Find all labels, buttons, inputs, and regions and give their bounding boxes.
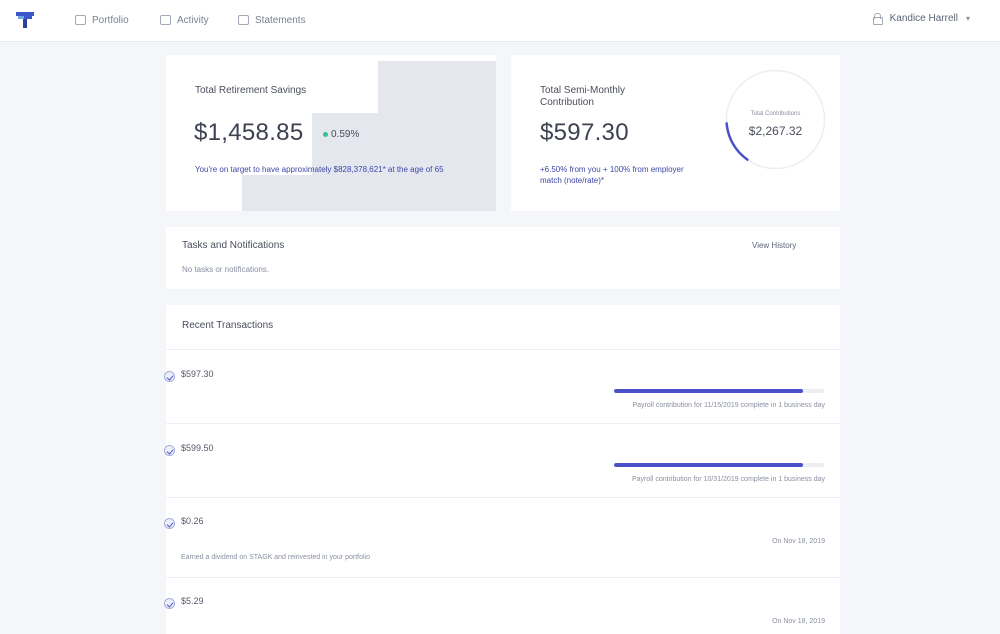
divider <box>166 577 840 578</box>
nav-activity[interactable]: Activity <box>160 13 209 27</box>
contribution-note-link[interactable]: +6.50% from you + 100% from employer mat… <box>540 164 690 186</box>
briefcase-icon <box>75 15 86 25</box>
transaction-date: On Nov 18, 2019 <box>772 618 825 625</box>
tasks-empty-text: No tasks or notifications. <box>182 265 270 274</box>
savings-change-badge: 0.59% <box>323 129 359 140</box>
check-circle-icon <box>164 518 175 529</box>
transaction-progress-bar <box>614 389 824 393</box>
lock-icon <box>872 13 883 25</box>
top-nav-bar: Portfolio Activity Statements Kandice Ha… <box>0 0 1000 42</box>
transaction-amount: $599.50 <box>181 443 214 453</box>
transaction-amount: $0.26 <box>181 516 204 526</box>
transaction-date: On Nov 18, 2019 <box>772 538 825 545</box>
savings-chart-block-low <box>242 175 316 211</box>
brand-logo[interactable] <box>16 12 34 28</box>
retirement-savings-card: Total Retirement Savings $1,458.85 0.59%… <box>166 55 496 211</box>
check-circle-icon <box>164 371 175 382</box>
divider <box>166 349 840 350</box>
user-menu[interactable]: Kandice Harrell ▾ <box>872 13 970 25</box>
contribution-card: Total Semi-Monthly Contribution $597.30 … <box>511 55 840 211</box>
savings-chart-block-high <box>378 61 496 211</box>
transaction-progress-bar <box>614 463 824 467</box>
savings-chart-block-mid <box>312 113 382 211</box>
donut-progress-arc <box>725 69 826 170</box>
tasks-card: Tasks and Notifications View History No … <box>166 227 840 289</box>
contribution-donut-chart <box>725 69 826 170</box>
divider <box>166 497 840 498</box>
transaction-status: Payroll contribution for 11/15/2019 comp… <box>632 402 826 409</box>
divider <box>166 423 840 424</box>
nav-portfolio-label: Portfolio <box>92 14 129 26</box>
document-icon <box>238 15 249 25</box>
transaction-description: Earned a dividend on STAGK and reinveste… <box>181 554 370 561</box>
transaction-progress-fill <box>614 463 803 467</box>
transaction-amount: $5.29 <box>181 596 204 606</box>
nav-portfolio[interactable]: Portfolio <box>75 13 129 27</box>
donut-value: $2,267.32 <box>748 124 803 138</box>
nav-statements[interactable]: Statements <box>238 13 306 27</box>
transaction-amount: $597.30 <box>181 369 214 379</box>
savings-title: Total Retirement Savings <box>195 85 307 96</box>
transactions-title: Recent Transactions <box>182 320 274 331</box>
savings-change: 0.59% <box>331 129 360 140</box>
recent-transactions-card: Recent Transactions <box>166 305 840 634</box>
transaction-status: Payroll contribution for 10/31/2019 comp… <box>631 476 825 483</box>
chevron-down-icon: ▾ <box>965 14 970 23</box>
contribution-title: Total Semi-Monthly Contribution <box>540 85 626 108</box>
view-history-link[interactable]: View History <box>752 240 796 252</box>
contribution-amount: $597.30 <box>540 119 629 146</box>
calendar-icon <box>160 15 171 25</box>
nav-activity-label: Activity <box>177 14 209 26</box>
tasks-title: Tasks and Notifications <box>182 240 285 251</box>
check-circle-icon <box>164 445 175 456</box>
nav-statements-label: Statements <box>255 14 306 26</box>
positive-change-indicator <box>323 132 328 137</box>
check-circle-icon <box>164 598 175 609</box>
transaction-progress-fill <box>614 389 803 393</box>
savings-amount: $1,458.85 <box>194 119 304 146</box>
user-name: Kandice Harrell <box>889 13 958 24</box>
donut-label: Total Contributions <box>750 111 801 117</box>
savings-projection-link[interactable]: You're on target to have approximately $… <box>195 164 463 175</box>
